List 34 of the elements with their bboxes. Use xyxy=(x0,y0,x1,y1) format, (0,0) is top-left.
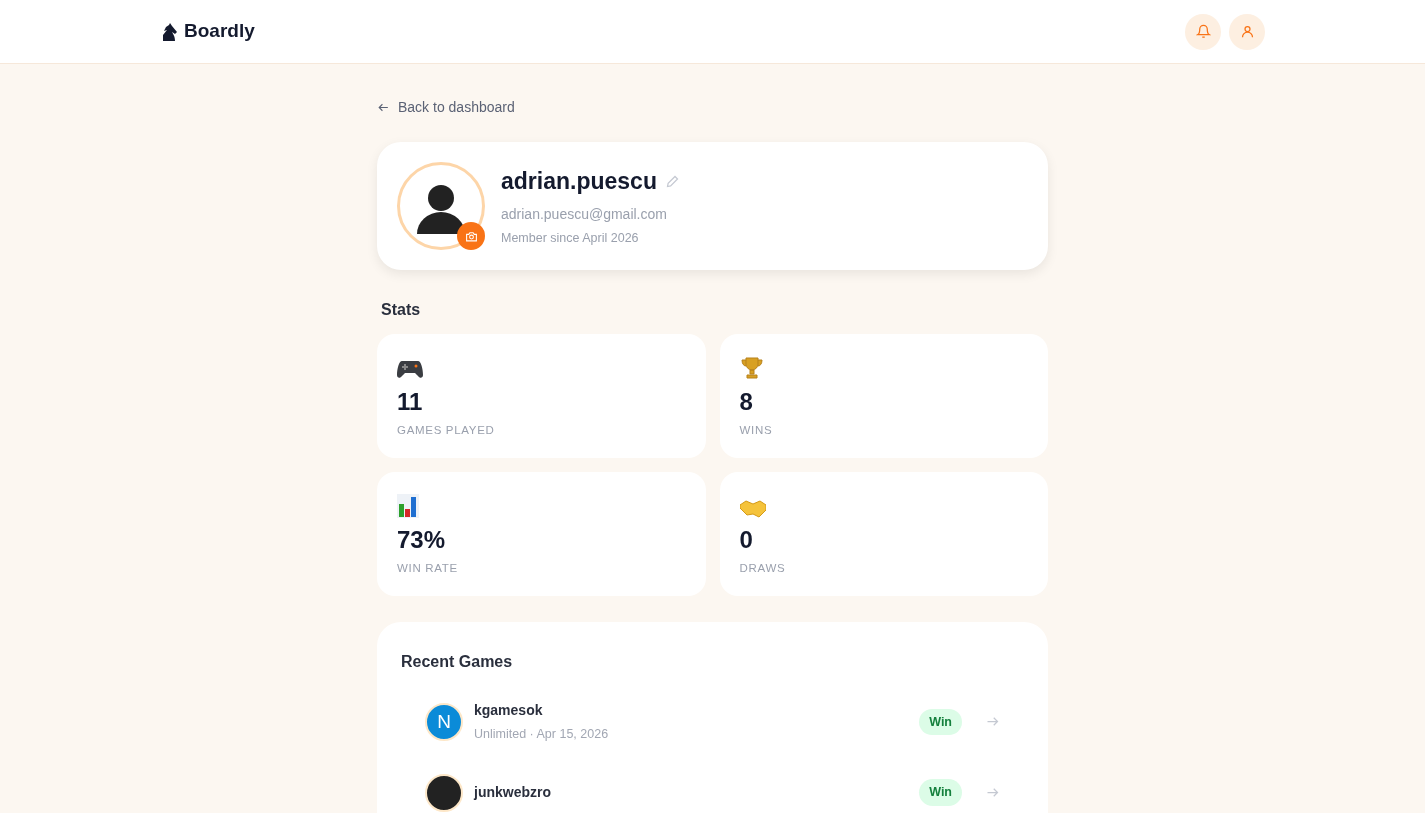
opponent-name[interactable]: junkwebzro xyxy=(474,782,909,804)
gamepad-icon xyxy=(397,358,423,380)
result-badge: Win xyxy=(919,708,962,736)
email-text: adrian.puescu@gmail.com xyxy=(501,205,668,225)
back-to-dashboard-link[interactable]: Back to dashboard xyxy=(377,97,1048,117)
stat-value: 11 xyxy=(397,388,424,416)
app-logo-text[interactable]: Boardly xyxy=(184,17,255,46)
result-badge: Win xyxy=(919,779,962,807)
change-photo-button[interactable] xyxy=(457,222,485,250)
profile-button[interactable] xyxy=(1229,13,1265,50)
bar-chart-icon xyxy=(397,494,419,518)
recent-games-heading: Recent Games xyxy=(401,652,514,672)
avatar-initial: N xyxy=(425,702,463,741)
notifications-button[interactable] xyxy=(1185,13,1221,50)
stat-label: DRAWS xyxy=(739,561,787,576)
bell-icon xyxy=(1195,24,1211,39)
user-icon xyxy=(1239,24,1255,39)
stat-value: 0 xyxy=(739,526,754,554)
stat-label: WINS xyxy=(739,423,774,438)
stat-label: GAMES PLAYED xyxy=(397,423,496,438)
pencil-icon[interactable] xyxy=(664,173,680,189)
horse-logo-icon xyxy=(160,21,178,42)
username: adrian.puescu xyxy=(501,166,657,196)
camera-icon xyxy=(464,229,478,243)
trophy-icon xyxy=(739,356,764,380)
stat-value: 73% xyxy=(397,526,447,554)
stat-value: 8 xyxy=(739,388,754,416)
handshake-icon xyxy=(739,500,766,518)
stats-heading: Stats xyxy=(381,300,422,320)
member-since-text: Member since April 2026 xyxy=(501,230,640,248)
opponent-name[interactable]: kgamesok xyxy=(474,700,909,721)
stat-label: WIN RATE xyxy=(397,561,459,576)
game-details: Unlimited · Apr 15, 2026 xyxy=(474,726,610,743)
avatar-photo-placeholder xyxy=(425,773,463,812)
